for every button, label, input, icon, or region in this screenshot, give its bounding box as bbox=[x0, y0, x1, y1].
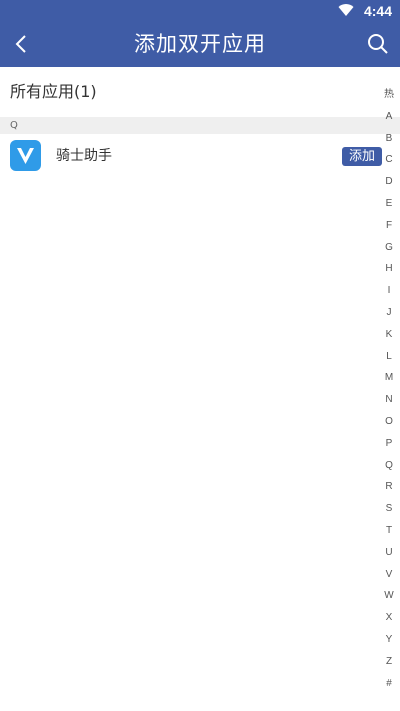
index-letter[interactable]: Q bbox=[378, 455, 400, 477]
index-letter[interactable]: A bbox=[378, 106, 400, 128]
index-letter[interactable]: F bbox=[378, 215, 400, 237]
app-bar: 添加双开应用 bbox=[0, 22, 400, 67]
index-letter[interactable]: N bbox=[378, 389, 400, 411]
index-letter[interactable]: R bbox=[378, 476, 400, 498]
section-title: 所有应用(1) bbox=[10, 82, 97, 101]
index-letter[interactable]: C bbox=[378, 149, 400, 171]
app-name: 骑士助手 bbox=[56, 148, 112, 164]
index-letter[interactable]: H bbox=[378, 258, 400, 280]
index-letter[interactable]: L bbox=[378, 346, 400, 368]
index-letter[interactable]: E bbox=[378, 193, 400, 215]
index-letter[interactable]: O bbox=[378, 411, 400, 433]
index-letter[interactable]: K bbox=[378, 324, 400, 346]
alphabet-index-bar[interactable]: 热 A B C D E F G H I J K L M N O P Q R S … bbox=[378, 84, 400, 694]
group-letter: Q bbox=[10, 120, 18, 131]
index-letter[interactable]: B bbox=[378, 128, 400, 150]
index-letter[interactable]: I bbox=[378, 280, 400, 302]
index-letter[interactable]: G bbox=[378, 237, 400, 259]
index-letter[interactable]: J bbox=[378, 302, 400, 324]
index-letter[interactable]: M bbox=[378, 367, 400, 389]
index-letter[interactable]: P bbox=[378, 433, 400, 455]
index-letter[interactable]: U bbox=[378, 542, 400, 564]
index-letter[interactable]: T bbox=[378, 520, 400, 542]
status-time: 4:44 bbox=[363, 3, 392, 19]
list-item[interactable]: 骑士助手 添加 bbox=[0, 137, 400, 175]
index-letter[interactable]: X bbox=[378, 607, 400, 629]
index-letter[interactable]: W bbox=[378, 585, 400, 607]
add-button[interactable]: 添加 bbox=[342, 147, 382, 166]
index-letter[interactable]: D bbox=[378, 171, 400, 193]
wifi-icon bbox=[338, 4, 354, 17]
group-header: Q bbox=[0, 117, 400, 134]
index-letter[interactable]: Y bbox=[378, 629, 400, 651]
index-letter[interactable]: 热 bbox=[378, 84, 400, 106]
search-icon[interactable] bbox=[364, 30, 392, 58]
status-bar: 4:44 bbox=[0, 0, 400, 22]
v-logo-icon bbox=[17, 148, 34, 164]
index-letter[interactable]: S bbox=[378, 498, 400, 520]
page-title: 添加双开应用 bbox=[134, 32, 266, 56]
app-icon bbox=[10, 140, 41, 171]
index-letter[interactable]: # bbox=[378, 673, 400, 695]
index-letter[interactable]: V bbox=[378, 564, 400, 586]
index-letter[interactable]: Z bbox=[378, 651, 400, 673]
